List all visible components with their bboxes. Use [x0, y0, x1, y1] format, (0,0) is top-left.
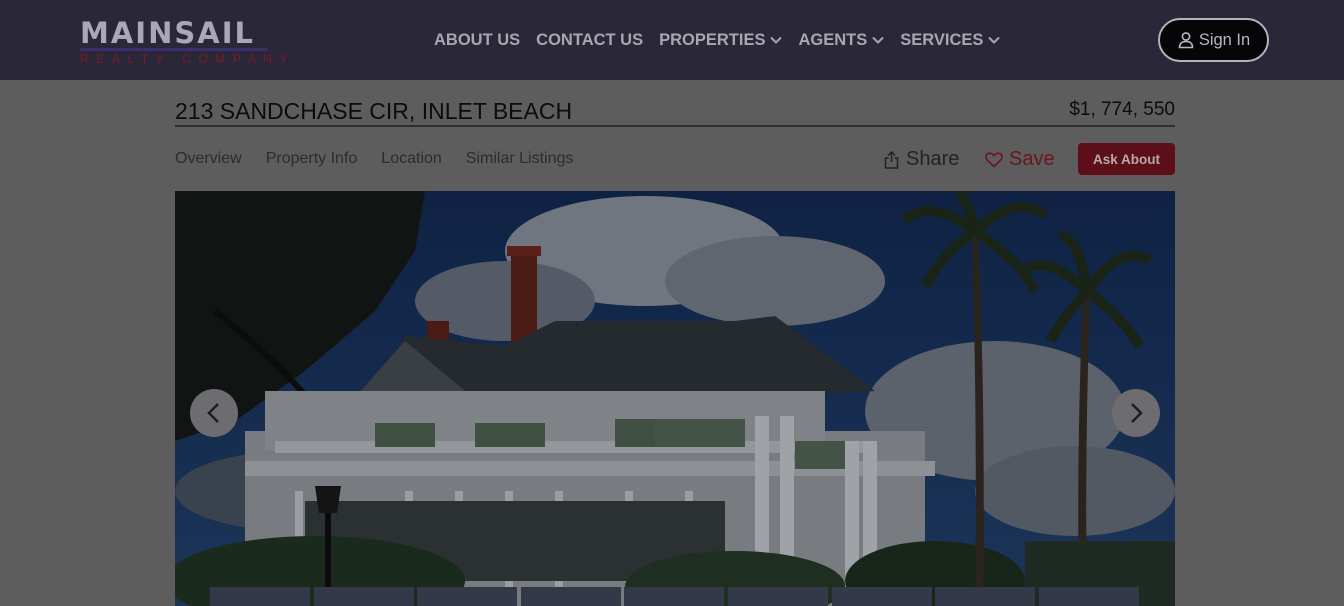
nav-services[interactable]: SERVICES: [900, 30, 1001, 50]
photo-thumbnail[interactable]: [831, 587, 932, 606]
save-button[interactable]: Save: [985, 148, 1055, 171]
logo-underline: [80, 48, 268, 51]
nav-agents-label: AGENTS: [798, 30, 868, 49]
nav-properties-label: PROPERTIES: [659, 30, 766, 49]
main-nav: ABOUT US CONTACT US PROPERTIES AGENTS SE…: [434, 30, 1016, 50]
company-logo[interactable]: MAINSAIL REALTY COMPANY: [80, 16, 287, 66]
logo-wordmark: MAINSAIL: [80, 16, 255, 50]
photo-thumbnail[interactable]: [624, 587, 725, 606]
chevron-down-icon: [770, 36, 783, 44]
ask-about-button[interactable]: Ask About: [1078, 143, 1175, 175]
tab-location[interactable]: Location: [381, 150, 442, 170]
nav-about-us-label: ABOUT US: [434, 30, 521, 49]
heart-icon: [985, 151, 1003, 168]
prev-photo-button[interactable]: [190, 389, 238, 437]
photo-thumbnail[interactable]: [1038, 587, 1139, 606]
next-photo-button[interactable]: [1112, 389, 1160, 437]
photo-thumbnail[interactable]: [520, 587, 621, 606]
share-label: Share: [906, 148, 960, 170]
chevron-down-icon: [988, 36, 1001, 44]
nav-properties[interactable]: PROPERTIES: [659, 30, 783, 50]
listing-tabs: Overview Property Info Location Similar …: [175, 150, 597, 170]
tab-property-info[interactable]: Property Info: [266, 150, 358, 170]
listing-title-row: 213 SANDCHASE CIR, INLET BEACH $1, 774, …: [175, 96, 1175, 127]
property-address: 213 SANDCHASE CIR, INLET BEACH: [175, 98, 573, 124]
photo-thumbnail[interactable]: [935, 587, 1036, 606]
user-icon: [1178, 32, 1194, 49]
photo-thumbnail[interactable]: [417, 587, 518, 606]
logo-subtitle: REALTY COMPANY: [80, 52, 296, 66]
property-photo-gallery[interactable]: [175, 191, 1175, 606]
chevron-left-icon: [207, 403, 219, 423]
photo-thumbnail[interactable]: [210, 587, 310, 606]
photo-thumbnail-strip: [210, 587, 1142, 606]
property-price: $1, 774, 550: [1069, 99, 1175, 120]
sign-in-label: Sign In: [1198, 30, 1251, 49]
nav-contact-us-label: CONTACT US: [536, 30, 644, 49]
nav-agents[interactable]: AGENTS: [798, 31, 884, 50]
share-icon: [884, 150, 899, 169]
sign-in-button[interactable]: Sign In: [1158, 18, 1269, 62]
nav-about-us[interactable]: ABOUT US: [434, 31, 520, 50]
property-photo: [175, 191, 1175, 606]
photo-thumbnail[interactable]: [727, 587, 828, 606]
share-button[interactable]: Share: [884, 148, 959, 171]
photo-thumbnail[interactable]: [313, 587, 414, 606]
nav-contact-us[interactable]: CONTACT US: [536, 31, 643, 50]
nav-services-label: SERVICES: [900, 30, 984, 49]
site-header: MAINSAIL REALTY COMPANY ABOUT US CONTACT…: [0, 0, 1344, 80]
tab-similar-listings[interactable]: Similar Listings: [466, 150, 574, 170]
tab-overview[interactable]: Overview: [175, 150, 242, 170]
save-label: Save: [1009, 148, 1055, 170]
chevron-right-icon: [1131, 403, 1143, 423]
chevron-down-icon: [872, 36, 884, 44]
